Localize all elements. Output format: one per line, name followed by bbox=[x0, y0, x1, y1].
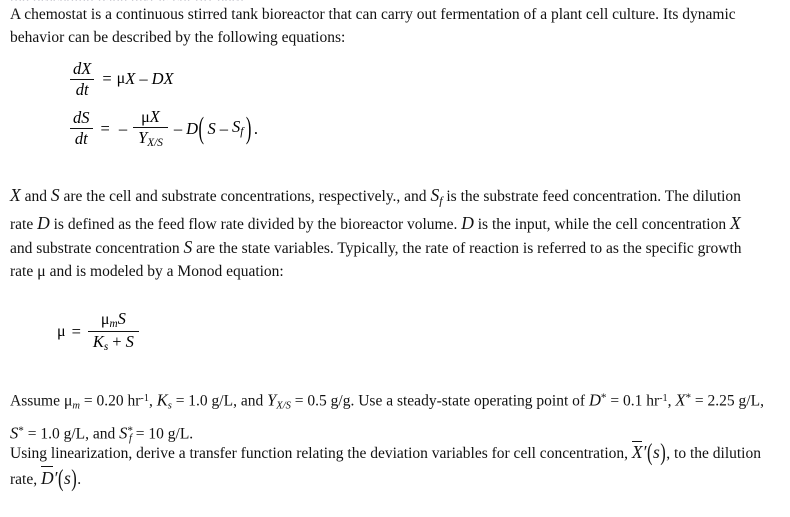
deviation-variable-d: D′(s) bbox=[40, 463, 77, 492]
question-paragraph: Using linearization, derive a transfer f… bbox=[10, 440, 762, 491]
variable-k: K bbox=[92, 332, 104, 352]
overbar-x: X bbox=[631, 440, 643, 462]
text-assume: Assume bbox=[10, 392, 64, 410]
variable-d: D bbox=[461, 212, 474, 233]
variable-sf-base: S bbox=[430, 185, 440, 205]
text-concentrations: are the cell and substrate concentration… bbox=[59, 188, 431, 205]
open-paren: ( bbox=[646, 438, 653, 466]
text-input: is the input, while the cell concentrati… bbox=[473, 215, 730, 233]
variable-x: X bbox=[125, 69, 136, 89]
variable-x-star: X bbox=[675, 390, 686, 410]
subscript-f: f bbox=[240, 126, 244, 139]
close-paren: ) bbox=[245, 109, 252, 145]
variable-d-star: D bbox=[588, 390, 601, 410]
close-paren: ) bbox=[71, 463, 77, 492]
fraction-mux-over-yxs: μX YX/S bbox=[133, 108, 168, 150]
variable-x: X bbox=[729, 212, 741, 233]
equation-cell-balance: dX dt = μX – DX bbox=[68, 60, 174, 99]
variable-y: Y bbox=[138, 128, 148, 148]
value-x: = 2.25 g/L bbox=[691, 392, 761, 410]
subscript-m: m bbox=[72, 400, 81, 412]
variable-s: S bbox=[207, 118, 216, 138]
variable-ks: K bbox=[156, 390, 168, 410]
value-d: = 0.1 hr bbox=[606, 392, 660, 410]
minus-sign: – bbox=[173, 118, 183, 138]
equals-sign: = bbox=[100, 118, 110, 138]
fraction-ds-dt: dS dt bbox=[70, 109, 93, 148]
variable-d: D bbox=[37, 212, 50, 233]
subscript-x-over-s: X/S bbox=[147, 137, 163, 150]
inner-minus-sign: – bbox=[219, 118, 229, 138]
fraction-numerator: μmS bbox=[96, 309, 131, 331]
term-dx: DX bbox=[151, 69, 174, 89]
laplace-variable-s: s bbox=[63, 467, 71, 488]
period: . bbox=[77, 470, 82, 488]
laplace-variable-s: s bbox=[652, 442, 660, 462]
mu-symbol: μ bbox=[37, 262, 46, 280]
mu-symbol-lhs: μ bbox=[57, 322, 66, 340]
equation-substrate-balance: dS dt = – μX YX/S – D ( S – Sf ) . bbox=[68, 108, 258, 150]
variable-s: S bbox=[183, 237, 193, 258]
intro-paragraph: A chemostat is a continuous stirred tank… bbox=[10, 4, 750, 49]
fraction-monod: μmS Ks + S bbox=[87, 309, 139, 354]
overbar-d: D bbox=[40, 465, 54, 488]
value-mu-m: = 0.20 hr bbox=[80, 392, 141, 410]
superscript-inverse-hour: -1 bbox=[659, 392, 668, 404]
close-paren: ) bbox=[660, 438, 666, 466]
variable-yxs: Y bbox=[267, 390, 277, 410]
separator: , bbox=[760, 392, 764, 410]
value-ks: = 1.0 g/L bbox=[171, 392, 234, 410]
fraction-denominator: dt bbox=[74, 129, 88, 149]
text-steady-state: . Use a steady-state operating point of bbox=[350, 392, 589, 410]
fraction-numerator: μX bbox=[136, 108, 165, 126]
equals-sign: = bbox=[102, 69, 112, 89]
fraction-dx-dt: dX dt bbox=[70, 59, 95, 99]
separator: , bbox=[148, 392, 157, 410]
text-and: and bbox=[20, 188, 51, 205]
fraction-numerator: dS bbox=[73, 108, 90, 128]
superscript-inverse-hour: -1 bbox=[140, 392, 149, 404]
document-page: the preceding page text is cut off here … bbox=[0, 0, 790, 517]
subscript-m: m bbox=[109, 318, 118, 331]
mu-symbol: μ bbox=[141, 109, 150, 126]
fraction-denominator: YX/S bbox=[133, 128, 168, 150]
equals-sign: = bbox=[71, 321, 81, 341]
subscript-x-over-s: X/S bbox=[276, 400, 291, 412]
intro-paragraph-text: A chemostat is a continuous stirred tank… bbox=[10, 6, 736, 46]
variable-s: S bbox=[50, 185, 60, 205]
variable-d: D bbox=[186, 118, 199, 138]
separator: , and bbox=[233, 392, 268, 410]
open-paren: ( bbox=[57, 463, 64, 492]
equation-monod: μ = μmS Ks + S bbox=[57, 310, 141, 354]
text-dilution-definition: is defined as the feed flow rate divided… bbox=[49, 215, 462, 233]
variable-s: S bbox=[117, 309, 126, 328]
open-paren: ( bbox=[198, 109, 205, 145]
variable-x: X bbox=[10, 185, 21, 205]
clipped-top-line: the preceding page text is cut off here bbox=[10, 0, 750, 1]
fraction-denominator: Ks + S bbox=[88, 332, 139, 354]
variable-x: X bbox=[149, 107, 160, 126]
fraction-numerator: dX bbox=[73, 59, 92, 78]
leading-minus-sign: – bbox=[118, 118, 128, 138]
plus-sign: + bbox=[112, 332, 122, 352]
fraction-denominator: dt bbox=[75, 79, 89, 99]
period: . bbox=[253, 118, 259, 138]
variable-s: S bbox=[125, 332, 134, 352]
text-monod: and is modeled by a Monod equation: bbox=[45, 262, 284, 280]
variable-sf: Sf bbox=[232, 118, 244, 139]
deviation-variable-x: X′(s) bbox=[631, 438, 666, 466]
text-and-substrate: and substrate concentration bbox=[10, 240, 184, 258]
minus-sign: – bbox=[139, 69, 148, 89]
text-using-linearization: Using linearization, derive a transfer f… bbox=[10, 445, 632, 462]
mu-symbol: μ bbox=[116, 70, 126, 88]
value-yxs: = 0.5 g/g bbox=[290, 392, 351, 410]
definitions-paragraph: X and S are the cell and substrate conce… bbox=[10, 184, 762, 283]
variable-sf: Sf bbox=[430, 185, 442, 207]
